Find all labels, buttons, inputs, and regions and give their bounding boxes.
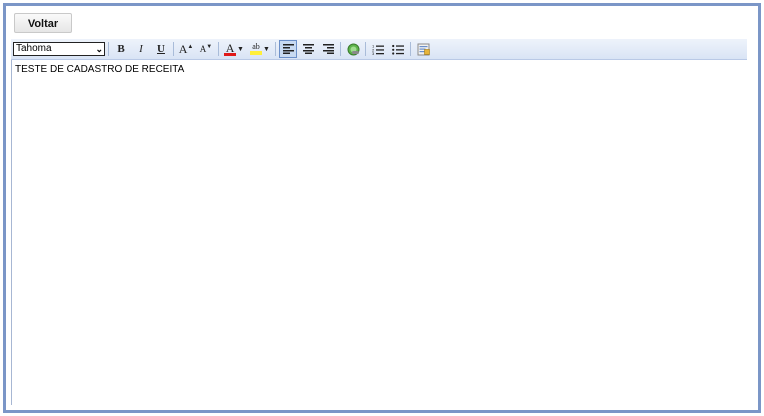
unordered-list-icon [392, 44, 404, 55]
font-grow-icon: A▲ [178, 41, 194, 56]
bold-button[interactable]: B [112, 40, 130, 58]
page-frame: Voltar Tahoma ⌄ B I U A▲ A▼ A ▼ ab ▼ 1 2… [3, 3, 761, 413]
toolbar-separator [173, 42, 174, 56]
highlight-button[interactable]: ab ▼ [248, 40, 272, 58]
bold-icon: B [117, 43, 125, 55]
unordered-list-button[interactable] [389, 40, 407, 58]
insert-link-icon [347, 43, 359, 55]
align-left-icon [282, 44, 294, 54]
chevron-down-icon: ⌄ [95, 44, 103, 54]
ordered-list-button[interactable]: 1 2 3 [369, 40, 387, 58]
font-family-select[interactable]: Tahoma ⌄ [13, 42, 105, 56]
italic-button[interactable]: I [132, 40, 150, 58]
underline-button[interactable]: U [152, 40, 170, 58]
align-left-button[interactable] [279, 40, 297, 58]
svg-text:3: 3 [372, 51, 375, 55]
italic-icon: I [139, 43, 143, 55]
align-center-icon [302, 44, 314, 54]
font-color-button[interactable]: A ▼ [222, 40, 246, 58]
toolbar-separator [340, 42, 341, 56]
toolbar-separator [275, 42, 276, 56]
toolbar-separator [218, 42, 219, 56]
html-source-button[interactable] [414, 40, 432, 58]
highlight-label: ab [252, 42, 260, 51]
font-color-icon: A [224, 40, 237, 56]
insert-link-button[interactable] [344, 40, 362, 58]
editor-content: TESTE DE CADASTRO DE RECEITA [15, 64, 185, 75]
toolbar-separator [365, 42, 366, 56]
toolbar-separator [108, 42, 109, 56]
font-shrink-icon: A▼ [199, 44, 213, 54]
underline-icon: U [157, 43, 165, 55]
font-grow-button[interactable]: A▲ [177, 40, 195, 58]
toolbar-separator [410, 42, 411, 56]
chevron-down-icon: ▼ [237, 45, 244, 53]
rich-text-editor-area[interactable]: TESTE DE CADASTRO DE RECEITA [11, 60, 748, 405]
font-color-label: A [225, 40, 235, 55]
align-center-button[interactable] [299, 40, 317, 58]
font-shrink-button[interactable]: A▼ [197, 40, 215, 58]
font-family-value: Tahoma [16, 43, 52, 54]
align-right-icon [322, 44, 334, 54]
align-right-button[interactable] [319, 40, 337, 58]
highlight-icon: ab [250, 42, 263, 55]
html-source-icon [417, 43, 430, 55]
editor-toolbar: Tahoma ⌄ B I U A▲ A▼ A ▼ ab ▼ 1 2 3 [11, 39, 747, 60]
chevron-down-icon: ▼ [263, 45, 270, 53]
back-button[interactable]: Voltar [14, 13, 72, 33]
ordered-list-icon: 1 2 3 [372, 44, 384, 55]
